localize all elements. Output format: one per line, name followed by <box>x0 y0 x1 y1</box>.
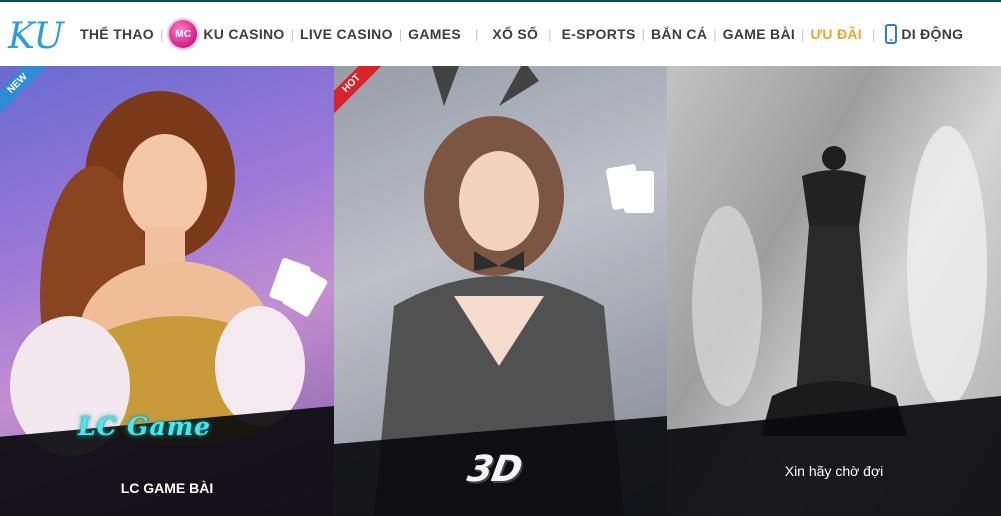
nav-ku-casino[interactable]: MC KU CASINO <box>169 20 284 48</box>
site-header: KU THỂ THAO | MC KU CASINO | LIVE CASINO… <box>0 2 1001 67</box>
nav-label: E-SPORTS <box>561 26 636 42</box>
lc-game-logo: LC Game <box>78 412 212 441</box>
3d-logo: 3D <box>464 449 525 490</box>
nav-label: DI ĐỘNG <box>901 26 964 42</box>
nav-di-dong[interactable]: DI ĐỘNG <box>885 24 963 44</box>
nav-separator: | <box>159 26 164 42</box>
mc-casino-icon: MC <box>169 20 198 48</box>
nav-label: THỂ THAO <box>80 26 154 42</box>
coming-soon-caption: Xin hãy chờ đợi <box>784 463 884 479</box>
main-nav: THỂ THAO | MC KU CASINO | LIVE CASINO | … <box>80 2 963 66</box>
nav-game-bai[interactable]: GAME BÀI <box>723 26 795 42</box>
ku-logo-text: KU <box>7 16 66 56</box>
game-card-lc-game-bai[interactable]: NEW LC Game LC GAME BÀI <box>0 66 334 516</box>
nav-label: GAMES <box>408 26 461 42</box>
nav-the-thao[interactable]: THỂ THAO <box>80 26 154 42</box>
card-caption: LC GAME BÀI <box>120 480 214 496</box>
nav-separator: | <box>475 26 479 42</box>
nav-separator: | <box>713 26 717 42</box>
nav-separator: | <box>801 26 805 42</box>
nav-label: LIVE CASINO <box>300 26 393 42</box>
game-card-3d[interactable]: HOT 3D <box>334 66 667 516</box>
nav-label: XỔ SỐ <box>492 26 539 42</box>
nav-ban-ca[interactable]: BẮN CÁ <box>651 26 707 42</box>
nav-live-casino[interactable]: LIVE CASINO <box>300 26 393 42</box>
nav-games[interactable]: GAMES <box>408 26 461 42</box>
phone-icon <box>885 24 898 44</box>
nav-label: GAME BÀI <box>722 26 796 42</box>
game-card-coming-soon[interactable]: Xin hãy chờ đợi <box>667 66 1001 516</box>
nav-xo-so[interactable]: XỔ SỐ <box>492 26 538 42</box>
nav-e-sports[interactable]: E-SPORTS <box>562 26 636 42</box>
nav-label: KU CASINO <box>203 26 285 42</box>
nav-separator: | <box>548 26 552 42</box>
nav-separator: | <box>290 26 294 42</box>
nav-separator: | <box>871 26 876 42</box>
nav-separator: | <box>398 26 403 42</box>
nav-separator: | <box>641 26 645 42</box>
ku-logo[interactable]: KU <box>6 12 70 56</box>
nav-label: BẮN CÁ <box>651 26 708 42</box>
nav-label: ƯU ĐÃI <box>810 26 862 42</box>
nav-uu-dai[interactable]: ƯU ĐÃI <box>810 26 862 42</box>
